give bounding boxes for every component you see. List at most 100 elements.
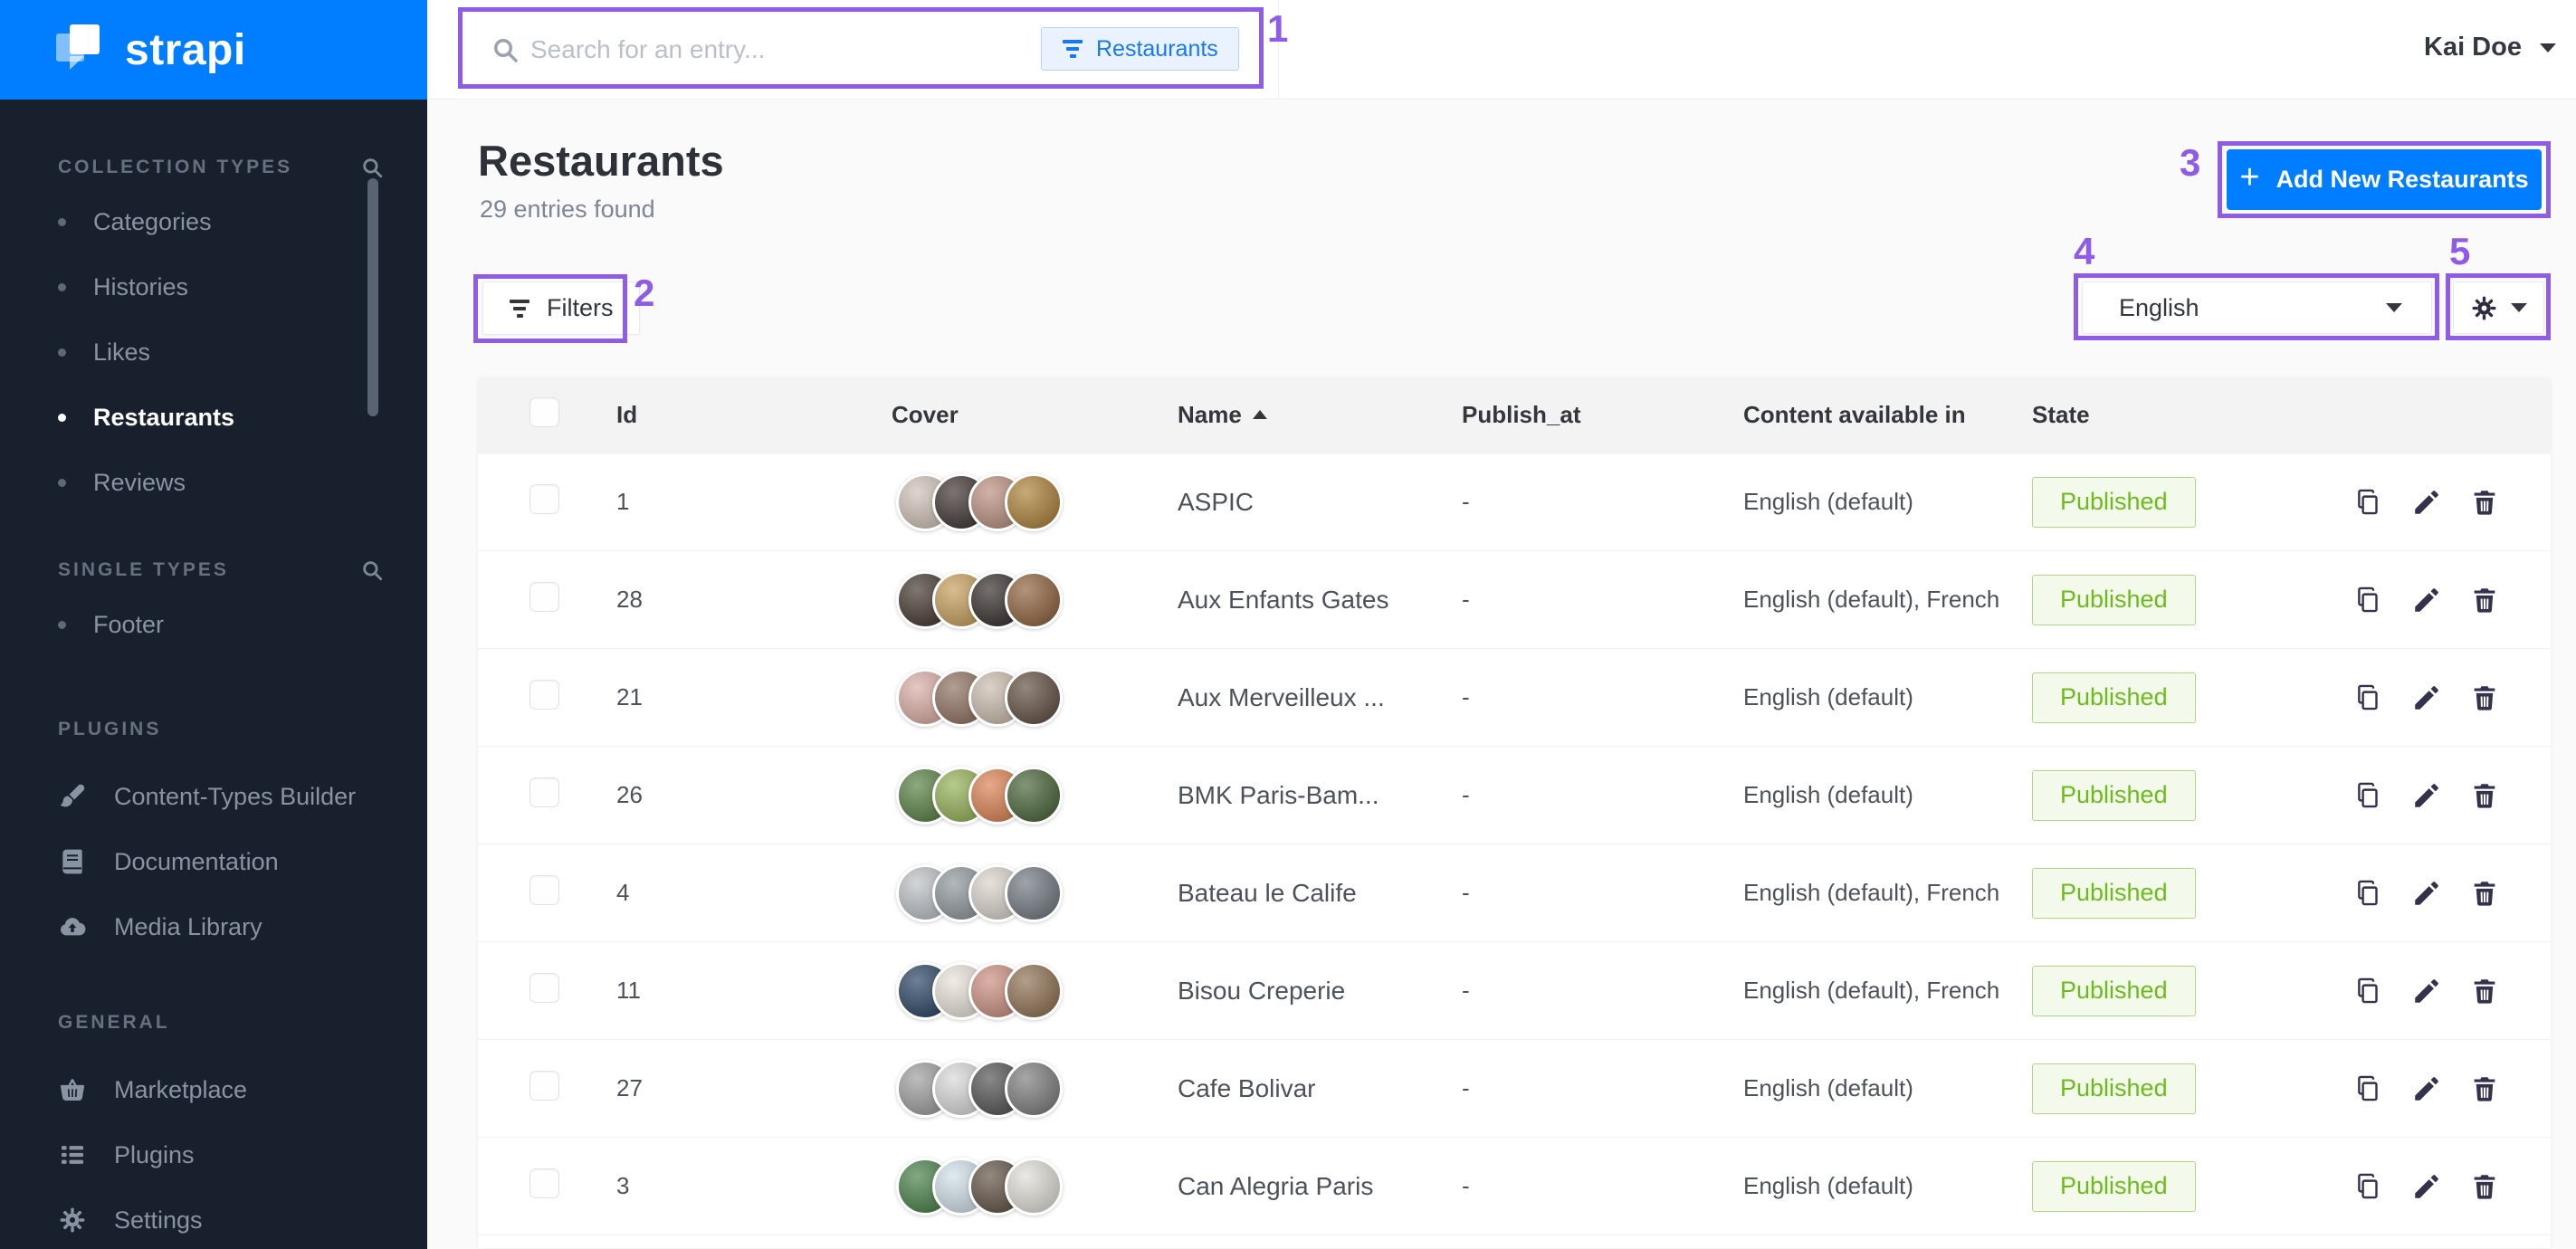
edit-icon[interactable]	[2411, 682, 2442, 713]
filters-button-label: Filters	[547, 294, 614, 322]
duplicate-icon[interactable]	[2353, 878, 2384, 909]
edit-icon[interactable]	[2411, 1171, 2442, 1202]
edit-icon[interactable]	[2411, 976, 2442, 1006]
cover-thumb	[1005, 1060, 1063, 1118]
row-checkbox[interactable]	[530, 680, 559, 710]
sidebar-item-categories[interactable]: Categories	[0, 189, 427, 254]
column-header-cover[interactable]: Cover	[892, 401, 1178, 429]
sidebar-item-settings[interactable]: Settings	[0, 1187, 427, 1249]
sidebar-item-content-types-builder[interactable]: Content-Types Builder	[0, 764, 427, 829]
cell-id: 27	[616, 1074, 892, 1102]
cloud-upload-icon	[58, 912, 87, 941]
search-icon[interactable]	[360, 558, 384, 582]
strapi-logo[interactable]: strapi	[0, 0, 427, 100]
collection-filter-chip[interactable]: Restaurants	[1041, 27, 1239, 71]
edit-icon[interactable]	[2411, 487, 2442, 518]
entries-table: Id Cover Name Publish_at Content availab…	[478, 377, 2551, 1248]
edit-icon[interactable]	[2411, 878, 2442, 909]
duplicate-icon[interactable]	[2353, 976, 2384, 1006]
row-checkbox[interactable]	[530, 1168, 559, 1198]
edit-icon[interactable]	[2411, 780, 2442, 811]
select-all-checkbox[interactable]	[530, 397, 559, 427]
cell-publish-at: -	[1462, 683, 1743, 711]
bullet-icon	[58, 479, 66, 487]
table-row[interactable]: 3 Can Alegria Paris - English (default) …	[478, 1137, 2551, 1235]
delete-icon[interactable]	[2469, 878, 2500, 909]
sidebar-item-restaurants[interactable]: Restaurants	[0, 385, 427, 450]
sidebar-item-marketplace[interactable]: Marketplace	[0, 1057, 427, 1122]
duplicate-icon[interactable]	[2353, 682, 2384, 713]
table-row[interactable]: 1 ASPIC - English (default) Published	[478, 453, 2551, 550]
cover-thumb	[1005, 669, 1063, 727]
section-title: GENERAL	[58, 1012, 170, 1034]
add-button-label: Add New Restaurants	[2276, 166, 2529, 194]
cell-publish-at: -	[1462, 488, 1743, 516]
sidebar-item-reviews[interactable]: Reviews	[0, 450, 427, 515]
cell-locales: English (default)	[1743, 781, 2032, 809]
delete-icon[interactable]	[2469, 682, 2500, 713]
delete-icon[interactable]	[2469, 780, 2500, 811]
delete-icon[interactable]	[2469, 585, 2500, 615]
row-checkbox[interactable]	[530, 875, 559, 905]
table-row[interactable]: 27 Cafe Bolivar - English (default) Publ…	[478, 1039, 2551, 1137]
row-checkbox[interactable]	[530, 777, 559, 807]
row-checkbox[interactable]	[530, 484, 559, 514]
sidebar-item-label: Footer	[93, 611, 164, 639]
user-menu[interactable]: Kai Doe	[2424, 33, 2556, 62]
edit-icon[interactable]	[2411, 585, 2442, 615]
sidebar-item-footer[interactable]: Footer	[0, 592, 427, 657]
column-header-content-available-in[interactable]: Content available in	[1743, 401, 2032, 429]
bullet-icon	[58, 621, 66, 629]
cover-thumb	[1005, 864, 1063, 922]
column-header-name[interactable]: Name	[1178, 401, 1462, 429]
row-checkbox[interactable]	[530, 582, 559, 612]
sidebar-item-plugins[interactable]: Plugins	[0, 1122, 427, 1187]
table-row[interactable]: 11 Bisou Creperie - English (default), F…	[478, 941, 2551, 1039]
cell-name: BMK Paris-Bam...	[1178, 781, 1462, 810]
delete-icon[interactable]	[2469, 487, 2500, 518]
delete-icon[interactable]	[2469, 1073, 2500, 1104]
sidebar-item-documentation[interactable]: Documentation	[0, 829, 427, 894]
row-checkbox[interactable]	[530, 973, 559, 1003]
top-bar: Search for an entry... Restaurants Kai D…	[427, 0, 2576, 100]
cell-name: Bisou Creperie	[1178, 977, 1462, 1006]
status-badge: Published	[2032, 575, 2196, 625]
sidebar-item-media-library[interactable]: Media Library	[0, 894, 427, 959]
locale-select[interactable]: English	[2082, 281, 2432, 334]
sort-asc-icon	[1253, 410, 1267, 419]
bullet-icon	[58, 218, 66, 226]
duplicate-icon[interactable]	[2353, 1171, 2384, 1202]
locale-selected-value: English	[2119, 294, 2199, 322]
table-row[interactable]: 4 Bateau le Calife - English (default), …	[478, 844, 2551, 941]
table-row[interactable]: 26 BMK Paris-Bam... - English (default) …	[478, 746, 2551, 844]
delete-icon[interactable]	[2469, 1171, 2500, 1202]
filters-button[interactable]: Filters	[482, 281, 640, 335]
cover-thumbnails	[896, 571, 1178, 629]
sidebar-item-label: Restaurants	[93, 404, 234, 432]
duplicate-icon[interactable]	[2353, 1073, 2384, 1104]
delete-icon[interactable]	[2469, 976, 2500, 1006]
duplicate-icon[interactable]	[2353, 780, 2384, 811]
edit-icon[interactable]	[2411, 1073, 2442, 1104]
search-input[interactable]: Search for an entry...	[530, 35, 1019, 64]
add-new-restaurants-button[interactable]: + Add New Restaurants	[2227, 149, 2542, 210]
search-icon[interactable]	[360, 156, 384, 179]
column-header-id[interactable]: Id	[616, 401, 892, 429]
status-badge: Published	[2032, 966, 2196, 1016]
column-header-publish-at[interactable]: Publish_at	[1462, 401, 1743, 429]
annotation-label-4: 4	[2074, 230, 2094, 273]
duplicate-icon[interactable]	[2353, 487, 2384, 518]
cover-thumb	[1005, 962, 1063, 1020]
bullet-icon	[58, 348, 66, 357]
table-row[interactable]: 21 Aux Merveilleux ... - English (defaul…	[478, 648, 2551, 746]
chip-label: Restaurants	[1096, 36, 1218, 62]
sidebar-item-likes[interactable]: Likes	[0, 319, 427, 385]
sidebar-item-histories[interactable]: Histories	[0, 254, 427, 319]
duplicate-icon[interactable]	[2353, 585, 2384, 615]
cell-locales: English (default)	[1743, 488, 2032, 516]
cell-publish-at: -	[1462, 781, 1743, 809]
view-settings-button[interactable]	[2453, 281, 2544, 334]
column-header-state[interactable]: State	[2032, 401, 2551, 429]
row-checkbox[interactable]	[530, 1071, 559, 1101]
table-row[interactable]: 28 Aux Enfants Gates - English (default)…	[478, 550, 2551, 648]
